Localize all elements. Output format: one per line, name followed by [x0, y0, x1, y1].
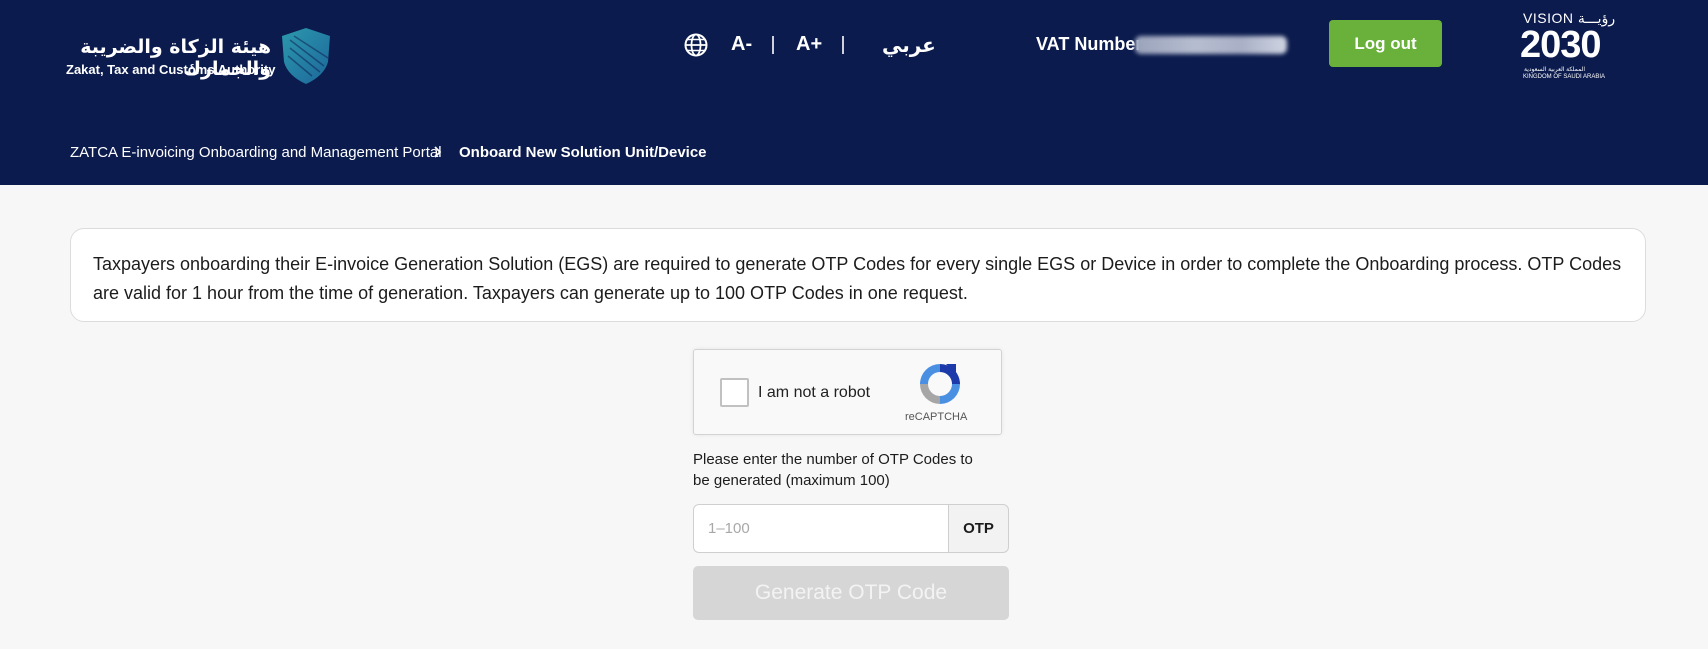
zatca-logo[interactable]: هيئة الزكاة والضريبة والجمارك Zakat, Tax… [66, 26, 336, 88]
recaptcha-label: I am not a robot [758, 384, 871, 401]
shield-logo-icon [282, 28, 330, 84]
language-toggle[interactable]: عربي [882, 33, 936, 57]
recaptcha-widget: I am not a robot reCAPTCHA [693, 349, 1002, 435]
otp-count-input[interactable] [693, 504, 949, 553]
globe-icon[interactable] [684, 33, 708, 57]
generate-otp-button[interactable]: Generate OTP Code [693, 566, 1009, 620]
otp-count-group: OTP [693, 504, 1009, 553]
recaptcha-icon [920, 364, 960, 404]
recaptcha-checkbox[interactable] [720, 378, 749, 407]
font-increase-button[interactable]: A+ [796, 33, 822, 56]
vat-number-label: VAT Number [1036, 34, 1143, 54]
divider [772, 36, 774, 54]
vision-kingdom-english: KINGDOM OF SAUDI ARABIA [1523, 74, 1606, 80]
info-notice: Taxpayers onboarding their E-invoice Gen… [70, 228, 1646, 322]
vision-2030-logo: VISION رؤيـــة 2030 المملكة العربية السع… [1520, 10, 1620, 80]
otp-count-instruction: Please enter the number of OTP Codes to … [693, 451, 973, 489]
top-header: هيئة الزكاة والضريبة والجمارك Zakat, Tax… [0, 0, 1708, 185]
vat-number-value-redacted [1135, 36, 1287, 54]
chevron-right-icon [434, 146, 442, 158]
logout-button[interactable]: Log out [1329, 20, 1442, 67]
vision-kingdom-arabic: المملكة العربية السعودية [1524, 67, 1586, 73]
org-name-english: Zakat, Tax and Customs Authority [66, 62, 276, 77]
font-decrease-button[interactable]: A- [731, 33, 752, 56]
breadcrumb-portal-link[interactable]: ZATCA E-invoicing Onboarding and Managem… [70, 144, 442, 161]
recaptcha-brand: reCAPTCHA [905, 411, 968, 423]
otp-addon-label: OTP [948, 504, 1009, 553]
vision-number: 2030 [1520, 24, 1602, 66]
breadcrumb-current-page: Onboard New Solution Unit/Device [459, 144, 707, 161]
divider [842, 36, 844, 54]
